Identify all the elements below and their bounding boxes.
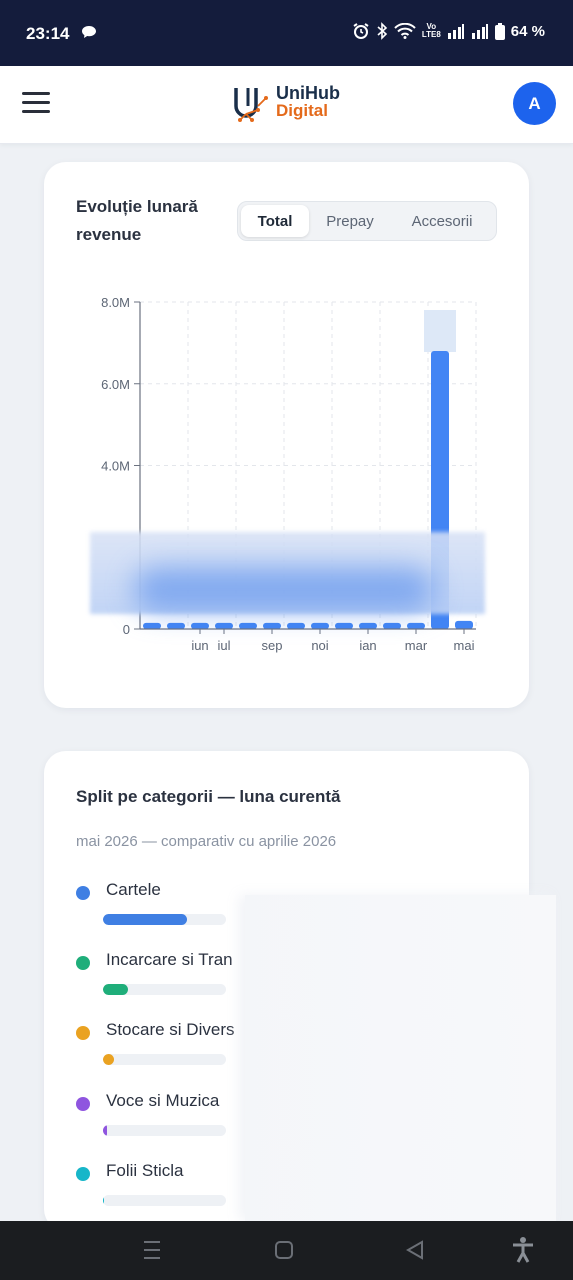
revenue-bar-chart: 0 4.0M 6.0M 8.0M iun iul sep noi ian mar mai — [101, 295, 477, 653]
category-card-subtitle: mai 2026 — comparativ cu aprilie 2026 — [76, 833, 337, 850]
bar-mai — [167, 622, 185, 629]
unihub-logo[interactable]: UniHub Digital — [232, 82, 340, 122]
status-icons: Vo LTE8 64 % — [352, 22, 545, 40]
category-label: Incarcare si Tran — [106, 950, 233, 969]
x-tick-label: sep — [262, 638, 283, 653]
home-icon[interactable] — [275, 1239, 293, 1261]
category-bar-fill — [103, 1054, 115, 1065]
bar-hover-highlight — [424, 310, 456, 352]
recent-apps-icon[interactable] — [143, 1239, 161, 1261]
x-tick-label: iun — [191, 638, 208, 653]
logo-wordmark-bottom: Digital — [276, 101, 328, 120]
chat-bubble-icon — [82, 26, 96, 38]
hamburger-menu-icon[interactable] — [22, 92, 50, 114]
bar-aug — [239, 622, 257, 629]
system-nav-bar — [0, 1221, 573, 1280]
battery-percent: 64 % — [510, 22, 545, 40]
status-bar: 23:14 Vo LTE8 64 % — [0, 0, 573, 66]
y-tick-label: 8.0M — [101, 295, 130, 310]
category-label: Stocare si Divers — [106, 1020, 235, 1039]
category-label: Folii Sticla — [106, 1161, 184, 1180]
bar-dec — [335, 622, 353, 629]
category-label: Voce si Muzica — [106, 1091, 220, 1110]
category-bar-track — [103, 1054, 226, 1065]
category-bar-track — [103, 914, 226, 925]
bar-mar — [407, 622, 425, 629]
bar-ian — [359, 622, 377, 629]
category-dot — [76, 1097, 90, 1111]
app-header: UniHub Digital A — [0, 66, 573, 144]
x-tick-label: noi — [311, 638, 328, 653]
category-bar-fill — [103, 914, 187, 925]
logo-wordmark-top: UniHub — [276, 83, 340, 103]
x-tick-label: mar — [405, 638, 428, 653]
bluetooth-icon — [377, 22, 387, 40]
category-bar-fill — [103, 984, 128, 995]
bar-noi — [311, 622, 329, 629]
bar-sep — [263, 622, 281, 629]
obscured-region-blur — [134, 567, 434, 612]
bar-oct — [287, 622, 305, 629]
category-bar-track — [103, 1195, 226, 1206]
y-tick-label: 6.0M — [101, 377, 130, 392]
accessibility-icon[interactable] — [511, 1236, 535, 1264]
signal-icon-2 — [471, 24, 488, 39]
category-dot — [76, 1026, 90, 1040]
bar-mai — [455, 620, 473, 629]
category-bar-track — [103, 1125, 226, 1136]
battery-icon — [494, 22, 505, 40]
category-dot — [76, 956, 90, 970]
bar-iun — [191, 622, 209, 629]
volte-indicator: Vo LTE8 — [421, 22, 441, 39]
category-dot — [76, 1167, 90, 1181]
revenue-card: Evoluție lunară revenue Total Prepay Acc… — [44, 162, 529, 708]
y-tick-label: 4.0M — [101, 459, 130, 474]
category-bar-fill — [103, 1195, 105, 1206]
status-time: 23:14 — [26, 24, 70, 43]
alarm-icon — [353, 23, 369, 39]
category-bar-fill — [103, 1125, 107, 1136]
user-avatar[interactable]: A — [513, 82, 556, 125]
category-card-title: Split pe categorii — luna curentă — [76, 787, 341, 806]
circuit-logo-icon — [234, 88, 268, 122]
obscured-panel — [245, 895, 556, 1221]
category-bar-track — [103, 984, 226, 995]
wifi-icon — [394, 23, 416, 39]
bar-feb — [383, 622, 401, 629]
category-dot — [76, 886, 90, 900]
signal-icon — [447, 24, 464, 39]
x-tick-label: ian — [359, 638, 376, 653]
bar-apr — [143, 622, 161, 629]
bar-iul — [215, 622, 233, 629]
y-tick-label: 0 — [123, 622, 130, 637]
back-icon[interactable] — [406, 1239, 424, 1261]
x-tick-label: iul — [217, 638, 230, 653]
category-label: Cartele — [106, 880, 161, 899]
x-tick-label: mai — [454, 638, 475, 653]
